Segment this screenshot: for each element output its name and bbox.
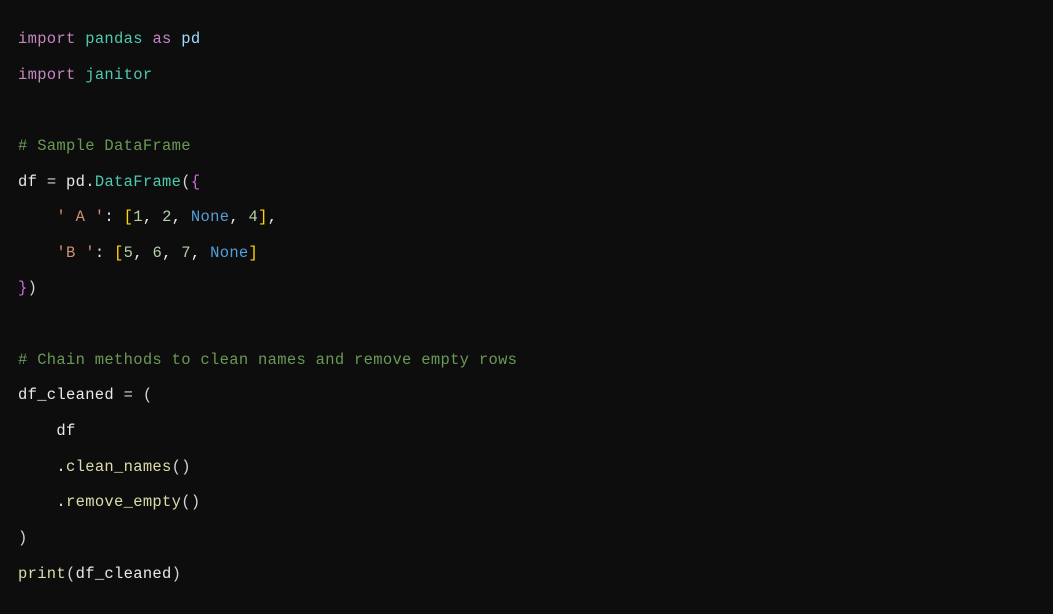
- keyword-import: import: [18, 66, 76, 84]
- module-name: janitor: [85, 66, 152, 84]
- paren: ): [191, 493, 201, 511]
- code-line: df: [18, 422, 76, 440]
- comment: # Chain methods to clean names and remov…: [18, 351, 517, 369]
- comma: ,: [172, 208, 182, 226]
- code-line: print(df_cleaned): [18, 565, 181, 583]
- dot: .: [56, 493, 66, 511]
- operator: =: [47, 173, 57, 191]
- indent: [18, 458, 56, 476]
- module-alias: pd: [181, 30, 200, 48]
- function-name: print: [18, 565, 66, 583]
- method-name: remove_empty: [66, 493, 181, 511]
- code-line: .clean_names(): [18, 458, 191, 476]
- variable: df: [56, 422, 75, 440]
- indent: [18, 493, 56, 511]
- colon: :: [104, 208, 114, 226]
- dot: .: [56, 458, 66, 476]
- bracket: ]: [249, 244, 259, 262]
- string-literal: ' A ': [56, 208, 104, 226]
- paren: (: [66, 565, 76, 583]
- comment: # Sample DataFrame: [18, 137, 191, 155]
- bracket: [: [124, 208, 134, 226]
- comma: ,: [133, 244, 143, 262]
- number-literal: 7: [181, 244, 191, 262]
- paren: (: [143, 386, 153, 404]
- paren: (: [181, 493, 191, 511]
- paren: (: [181, 173, 191, 191]
- alias-ref: pd: [66, 173, 85, 191]
- indent: [18, 208, 56, 226]
- class-name: DataFrame: [95, 173, 181, 191]
- code-line: # Chain methods to clean names and remov…: [18, 351, 517, 369]
- number-literal: 4: [249, 208, 259, 226]
- code-line: ' A ': [1, 2, None, 4],: [18, 208, 277, 226]
- brace: {: [191, 173, 201, 191]
- code-line: df_cleaned = (: [18, 386, 152, 404]
- code-line: df = pd.DataFrame({: [18, 173, 200, 191]
- bracket: ]: [258, 208, 268, 226]
- code-line: ): [18, 529, 28, 547]
- paren: ): [28, 279, 38, 297]
- number-literal: 2: [162, 208, 172, 226]
- paren: ): [181, 458, 191, 476]
- none-literal: None: [210, 244, 248, 262]
- indent: [18, 244, 56, 262]
- argument: df_cleaned: [76, 565, 172, 583]
- number-literal: 1: [133, 208, 143, 226]
- colon: :: [95, 244, 105, 262]
- comma: ,: [268, 208, 278, 226]
- none-literal: None: [191, 208, 229, 226]
- comma: ,: [162, 244, 172, 262]
- keyword-as: as: [152, 30, 171, 48]
- dot: .: [85, 173, 95, 191]
- variable: df_cleaned: [18, 386, 114, 404]
- bracket: [: [114, 244, 124, 262]
- keyword-import: import: [18, 30, 76, 48]
- code-line: import janitor: [18, 66, 152, 84]
- number-literal: 5: [124, 244, 134, 262]
- module-name: pandas: [85, 30, 143, 48]
- code-line: import pandas as pd: [18, 30, 200, 48]
- comma: ,: [229, 208, 239, 226]
- operator: =: [124, 386, 134, 404]
- method-name: clean_names: [66, 458, 172, 476]
- code-line: 'B ': [5, 6, 7, None]: [18, 244, 258, 262]
- comma: ,: [191, 244, 201, 262]
- comma: ,: [143, 208, 153, 226]
- code-line: }): [18, 279, 37, 297]
- brace: }: [18, 279, 28, 297]
- paren: ): [172, 565, 182, 583]
- paren: ): [18, 529, 28, 547]
- variable: df: [18, 173, 37, 191]
- string-literal: 'B ': [56, 244, 94, 262]
- indent: [18, 422, 56, 440]
- code-line: .remove_empty(): [18, 493, 200, 511]
- code-block: import pandas as pd import janitor # Sam…: [18, 22, 1035, 592]
- paren: (: [172, 458, 182, 476]
- code-line: # Sample DataFrame: [18, 137, 191, 155]
- number-literal: 6: [152, 244, 162, 262]
